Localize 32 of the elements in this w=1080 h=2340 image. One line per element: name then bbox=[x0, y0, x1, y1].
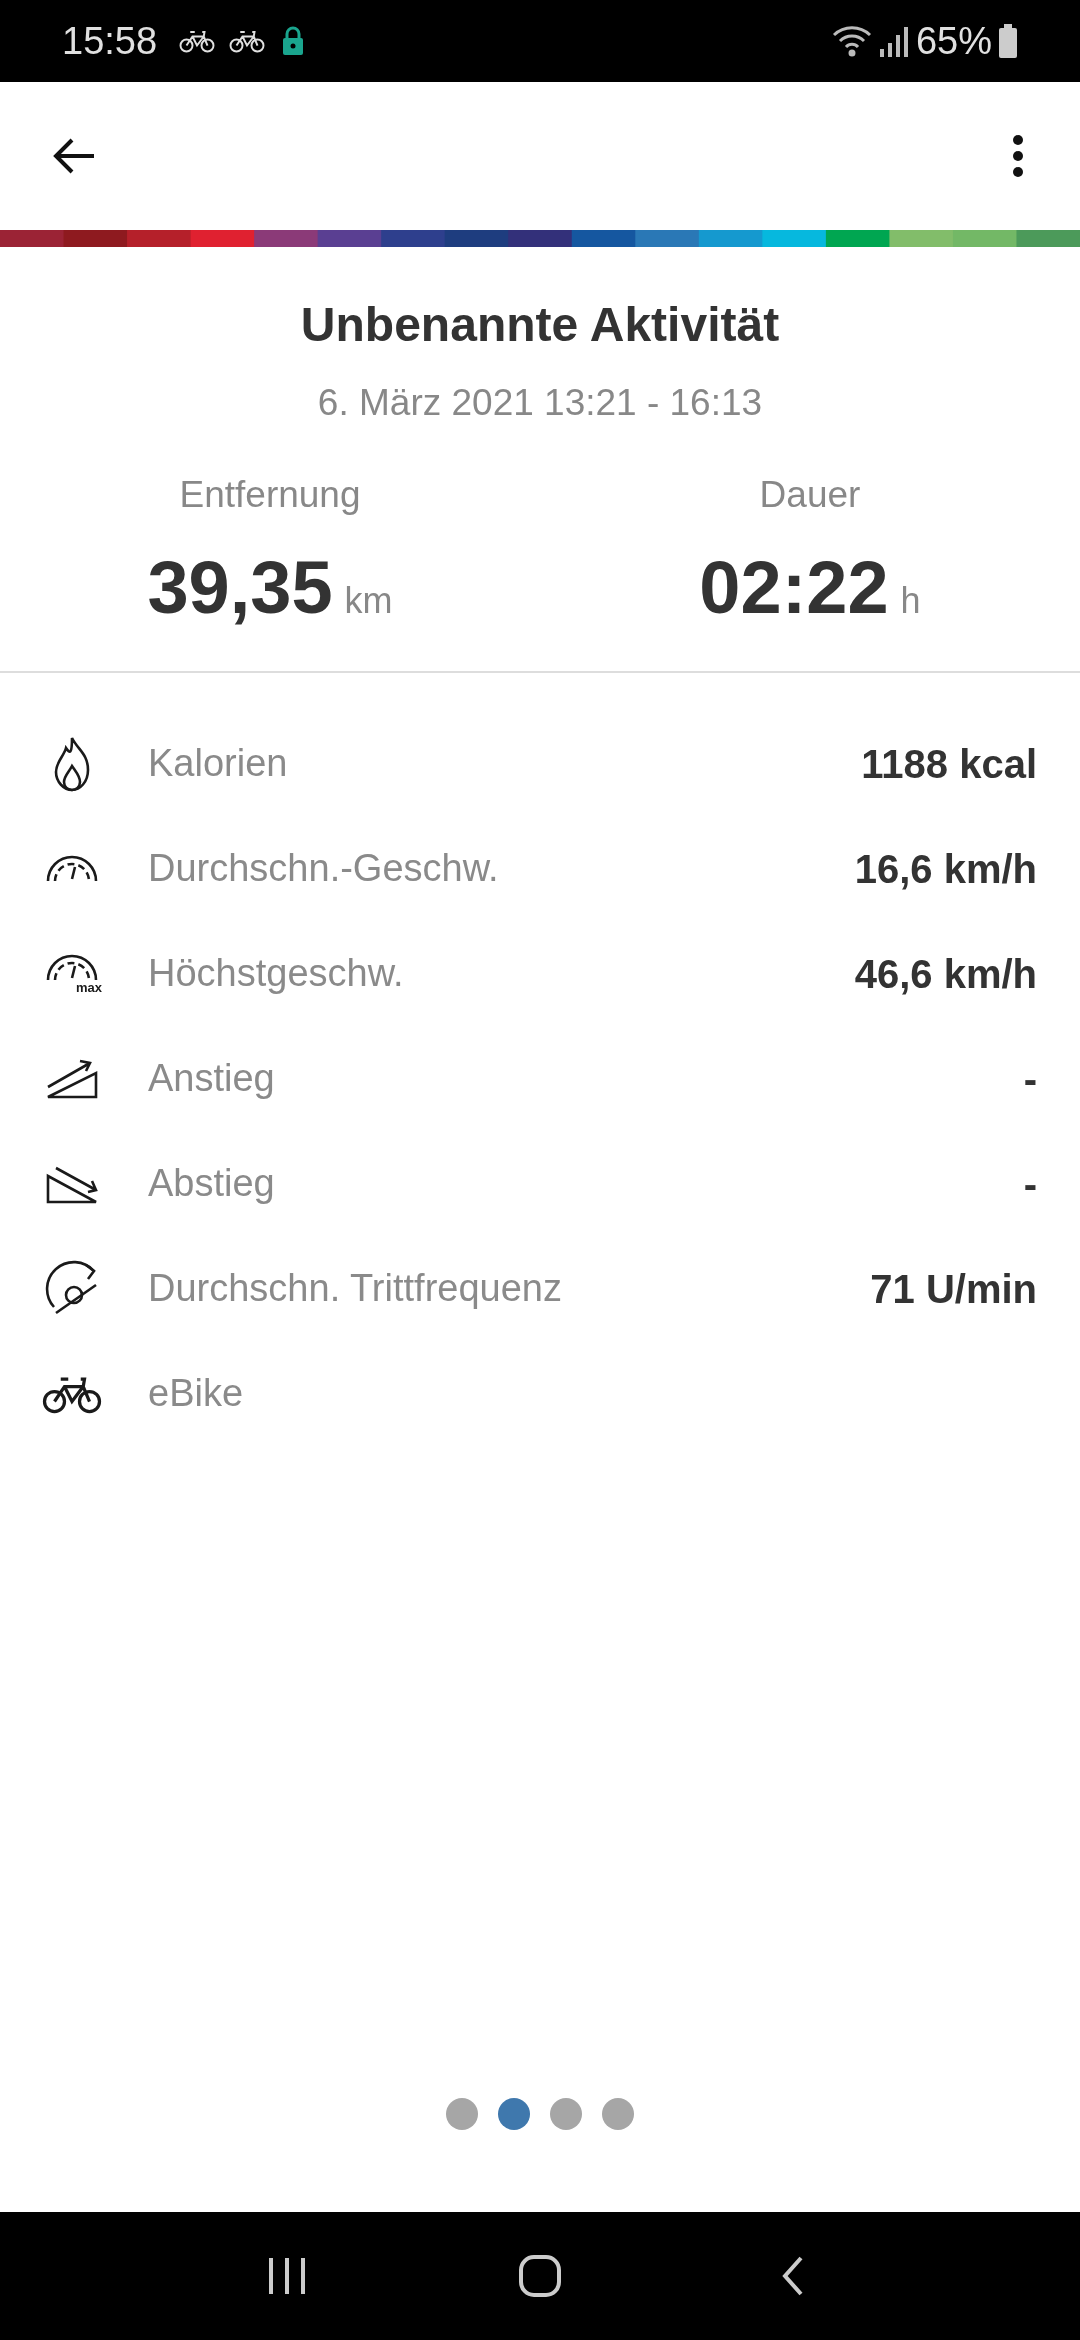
stat-value: - bbox=[1023, 1055, 1037, 1103]
lock-icon bbox=[281, 26, 306, 56]
activity-date: 6. März 2021 13:21 - 16:13 bbox=[317, 381, 763, 425]
battery-percentage: 65% bbox=[915, 18, 992, 64]
more-vertical-icon bbox=[1012, 134, 1024, 178]
stat-label: Durchschn. Trittfrequenz bbox=[148, 1266, 563, 1311]
stat-label: Kalorien bbox=[148, 741, 289, 786]
summary-unit: km bbox=[344, 579, 393, 623]
signal-icon bbox=[879, 25, 908, 57]
stat-label: eBike bbox=[148, 1371, 245, 1416]
stat-label: Durchschn.-Geschw. bbox=[148, 846, 500, 891]
summary-value: 39,35 bbox=[147, 545, 333, 631]
recent-apps-icon bbox=[266, 2258, 307, 2294]
summary-label: Dauer bbox=[759, 472, 861, 517]
stat-value: 71 U/min bbox=[870, 1265, 1037, 1313]
activity-title: Unbenannte Aktivität bbox=[300, 297, 780, 353]
summary-label: Entfernung bbox=[179, 472, 361, 517]
summary-unit: h bbox=[900, 579, 921, 623]
stat-label: Höchstgeschw. bbox=[148, 951, 405, 996]
stat-value: 16,6 km/h bbox=[854, 845, 1037, 893]
stat-value: - bbox=[1023, 1160, 1037, 1208]
stat-value: 1188 kcal bbox=[861, 740, 1037, 788]
home-icon bbox=[518, 2254, 562, 2298]
bicycle-icon bbox=[179, 28, 216, 54]
stat-label: Abstieg bbox=[148, 1161, 276, 1206]
summary-value: 02:22 bbox=[699, 545, 889, 631]
wifi-icon bbox=[831, 25, 874, 57]
battery-icon bbox=[998, 24, 1018, 58]
bicycle-icon bbox=[229, 28, 266, 54]
stat-label: Anstieg bbox=[148, 1056, 276, 1101]
clock: 15:58 bbox=[62, 18, 158, 64]
stat-value: 46,6 km/h bbox=[854, 950, 1037, 998]
